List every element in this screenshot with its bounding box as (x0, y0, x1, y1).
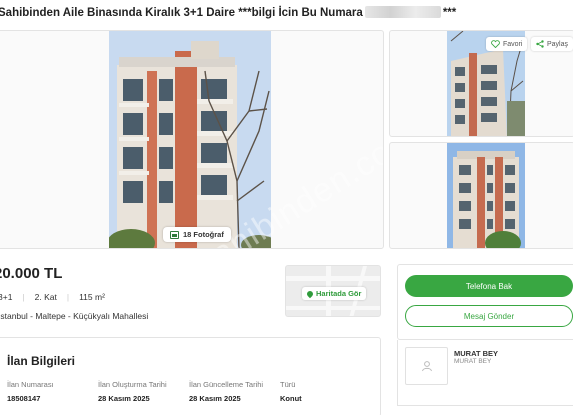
favorite-button[interactable]: Favori (486, 37, 528, 51)
user-icon (421, 361, 432, 372)
heart-icon (491, 40, 500, 48)
side-photo-2[interactable] (389, 142, 573, 249)
spec-separator: | (66, 292, 70, 302)
share-label: Paylaş (547, 40, 569, 48)
redacted-phone (364, 6, 441, 18)
info-value: 18508147 (7, 394, 41, 403)
avatar[interactable] (405, 347, 448, 385)
photo-count-button[interactable]: 18 Fotoğraf (163, 227, 231, 242)
share-icon (536, 40, 544, 48)
listing-title: Sahibinden Aile Binasında Kiralık 3+1 Da… (0, 6, 456, 19)
listing-info-card: İlan Bilgileri İlan Numarası 18508147 İl… (0, 337, 381, 415)
info-label: İlan Güncelleme Tarihi (189, 380, 264, 389)
owner-subtitle: MURAT BEY (454, 358, 492, 365)
show-phone-button[interactable]: Telefona Bak (405, 275, 573, 297)
info-value: 28 Kasım 2025 (189, 394, 241, 403)
spec-floor: 2. Kat (34, 292, 57, 302)
info-field-listing-number: İlan Numarası 18508147 (7, 380, 54, 403)
building-image (109, 31, 271, 248)
info-label: İlan Oluşturma Tarihi (98, 380, 167, 389)
info-label: Türü (280, 380, 296, 389)
send-message-button[interactable]: Mesaj Gönder (405, 305, 573, 327)
map-preview[interactable]: Haritada Gör (285, 265, 381, 317)
spec-rooms: 3+1 (0, 292, 13, 302)
favorite-label: Favori (503, 40, 523, 48)
info-field-created-date: İlan Oluşturma Tarihi 28 Kasım 2025 (98, 380, 167, 403)
info-field-updated-date: İlan Güncelleme Tarihi 28 Kasım 2025 (189, 380, 263, 403)
show-on-map-label: Haritada Gör (316, 289, 362, 298)
spec-separator: | (22, 292, 25, 302)
info-value: 28 Kasım 2025 (98, 394, 150, 403)
building-photo[interactable] (109, 31, 271, 248)
show-on-map-button[interactable]: Haritada Gör (302, 287, 367, 300)
listing-title-text: Sahibinden Aile Binasında Kiralık 3+1 Da… (0, 7, 363, 19)
spec-area: 115 m² (79, 292, 105, 302)
map-road (286, 276, 380, 281)
owner-name[interactable]: MURAT BEY (454, 349, 498, 358)
listing-specs: 3+1 | 2. Kat | 115 m² (0, 292, 105, 302)
info-label: İlan Numarası (7, 380, 54, 389)
owner-card: MURAT BEY MURAT BEY (397, 340, 573, 406)
listing-price: 20.000 TL (0, 265, 63, 282)
info-field-type: Türü Konut (280, 380, 302, 403)
contact-card: Telefona Bak Mesaj Gönder (397, 264, 573, 340)
photo-count-label: 18 Fotoğraf (183, 230, 224, 239)
info-heading: İlan Bilgileri (7, 354, 76, 368)
building-thumb-image-2 (447, 143, 525, 248)
share-button[interactable]: Paylaş (531, 37, 573, 51)
listing-location: İstanbul - Maltepe - Küçükyalı Mahallesi (0, 311, 149, 321)
info-value: Konut (280, 394, 302, 403)
listing-title-end: *** (442, 7, 457, 19)
main-photo-panel[interactable]: sahibinden.com 18 Fotoğraf (0, 30, 384, 249)
map-pin-icon (305, 289, 315, 298)
image-icon (170, 230, 179, 239)
map-road (286, 306, 380, 310)
building-thumb-2[interactable] (447, 143, 525, 248)
